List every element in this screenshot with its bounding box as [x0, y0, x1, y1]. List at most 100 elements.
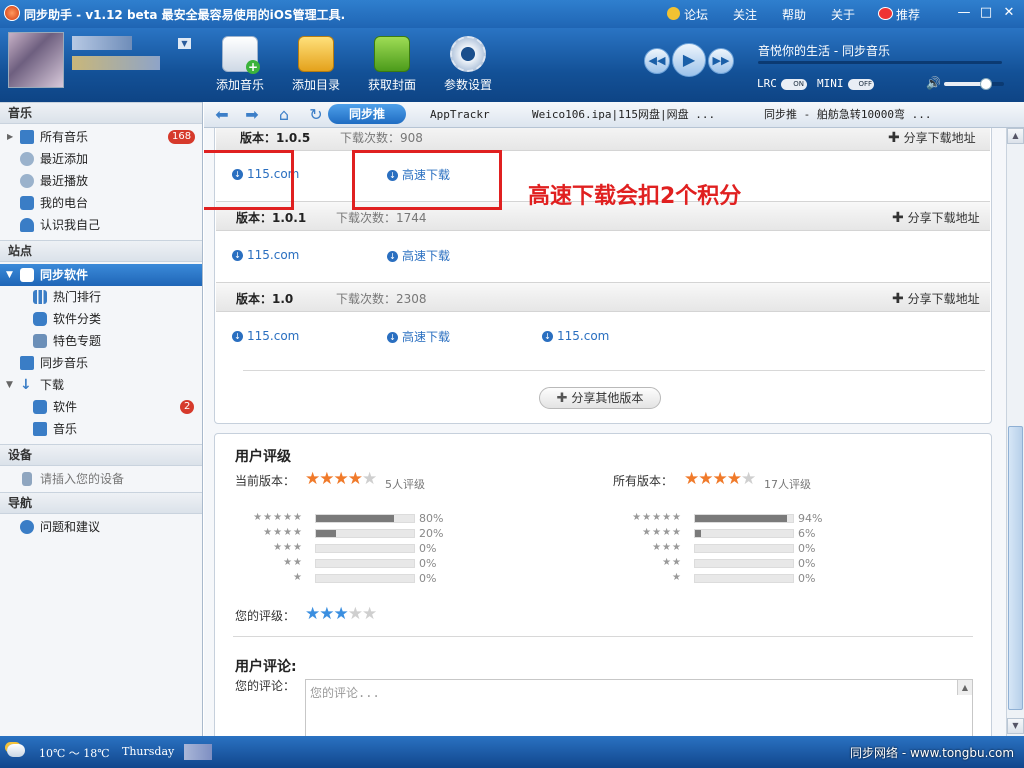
back-arrow-icon[interactable]: ⬅ — [212, 105, 232, 125]
high-speed-download-link[interactable]: ↓ 高速下载 — [387, 328, 450, 345]
high-speed-download-link[interactable]: ↓ 高速下载 — [387, 247, 450, 264]
sidebar-item-feedback[interactable]: 问题和建议 — [0, 516, 202, 538]
comment-placeholder: 您的评论... — [310, 686, 380, 700]
top-link-recommend[interactable]: 推荐 — [896, 6, 920, 23]
tab-tongbutui-game[interactable]: 同步推 - 舶舫急转10000弯 ... — [764, 105, 931, 125]
add-music-label: 添加音乐 — [215, 78, 264, 92]
collapse-arrow-icon[interactable]: ▼ — [6, 374, 13, 396]
volume-icon[interactable]: 🔊 — [926, 76, 941, 90]
download-icon: ↓ — [542, 331, 553, 342]
add-music-button[interactable]: + 添加音乐 — [205, 34, 275, 96]
download-count: 下载次数：2308 — [336, 292, 427, 306]
sidebar-item-downloads[interactable]: ▼ ↓ 下载 — [0, 374, 202, 396]
main-scrollbar[interactable]: ▲ ▼ — [1006, 128, 1024, 736]
settings-button[interactable]: 参数设置 — [433, 34, 503, 96]
your-rating-stars[interactable]: ★★★★★ — [305, 604, 377, 624]
volume-slider[interactable] — [944, 78, 1004, 90]
title-bar: 同步助手 - v1.12 beta 最安全最容易使用的iOS管理工具. 论坛 关… — [0, 0, 1024, 28]
comment-scroll-up-button[interactable]: ▲ — [957, 680, 972, 695]
comment-textarea[interactable]: 您的评论... ▲ — [305, 679, 973, 736]
share-download-link[interactable]: ✚ 分享下载地址 — [892, 209, 980, 226]
all-versions-stars: ★★★★★ — [684, 469, 756, 489]
sidebar-item-sync-music[interactable]: 同步音乐 — [0, 352, 202, 374]
bar-chart-icon — [33, 290, 47, 304]
volume-knob[interactable] — [980, 78, 992, 90]
play-button[interactable]: ▶ — [672, 43, 706, 77]
minimize-button[interactable]: — — [954, 4, 974, 22]
expand-arrow-icon[interactable]: ▶ — [7, 126, 13, 148]
sidebar-item-label: 下载 — [40, 378, 65, 392]
distribution-bar — [315, 529, 415, 538]
share-other-versions-button[interactable]: ✚ 分享其他版本 — [539, 387, 661, 409]
settings-label: 参数设置 — [443, 78, 492, 92]
top-link-follow[interactable]: 关注 — [733, 6, 757, 23]
download-arrow-icon: ↓ — [20, 377, 32, 393]
collapse-arrow-icon[interactable]: ▼ — [6, 264, 13, 286]
star-filled-icon: ★ — [712, 469, 728, 489]
next-track-button[interactable]: ▶▶ — [708, 48, 734, 74]
tab-tongbutui[interactable]: 同步推 — [328, 104, 406, 124]
sidebar-item-sync-software[interactable]: ▼ 同步软件 — [0, 264, 202, 286]
browser-nav-bar: ⬅ ➡ ⌂ ↻ 同步推 AppTrackr Weico106.ipa|115网盘… — [204, 102, 1024, 128]
top-link-about[interactable]: 关于 — [831, 6, 855, 23]
home-icon[interactable]: ⌂ — [274, 105, 294, 125]
add-music-icon: + — [222, 36, 260, 74]
current-version-label: 当前版本： — [235, 474, 296, 488]
download-icon: ↓ — [232, 250, 243, 261]
star-empty-icon: ★ — [362, 469, 377, 489]
sidebar-item-download-music[interactable]: 音乐 — [0, 418, 202, 440]
sidebar-item-all-music[interactable]: ▶ 所有音乐 168 — [0, 126, 202, 148]
download-link-115[interactable]: ↓ 115.com — [232, 248, 299, 262]
versions-card: 版本：1.0.5 下载次数：908 ✚ 分享下载地址 ↓ 115.com ↓ 高速下… — [214, 128, 992, 424]
get-cover-button[interactable]: 获取封面 — [357, 34, 427, 96]
status-bar: 10℃ ～ 18℃ Thursday 同步网络 - www.tongbu.com — [0, 736, 1024, 768]
add-folder-button[interactable]: 添加目录 — [281, 34, 351, 96]
star-empty-icon[interactable]: ★ — [348, 604, 363, 624]
sidebar-item-recently-played[interactable]: 最近播放 — [0, 170, 202, 192]
sidebar-item-top-charts[interactable]: 热门排行 — [0, 286, 202, 308]
forward-arrow-icon[interactable]: ➡ — [242, 105, 262, 125]
close-button[interactable]: ✕ — [999, 4, 1019, 22]
user-avatar[interactable] — [8, 32, 64, 88]
share-download-link[interactable]: ✚ 分享下载地址 — [888, 129, 976, 146]
download-link-label: 115.com — [247, 248, 300, 262]
sidebar-item-categories[interactable]: 软件分类 — [0, 308, 202, 330]
user-menu-dropdown-icon[interactable]: ▼ — [178, 38, 191, 49]
scroll-up-button[interactable]: ▲ — [1007, 128, 1024, 144]
scroll-down-button[interactable]: ▼ — [1007, 718, 1024, 734]
sidebar-item-my-radio[interactable]: 我的电台 — [0, 192, 202, 214]
playback-progress[interactable] — [758, 61, 1002, 64]
sidebar-item-recently-added[interactable]: 最近添加 — [0, 148, 202, 170]
share-download-link[interactable]: ✚ 分享下载地址 — [892, 290, 980, 307]
lrc-toggle[interactable]: ON — [781, 79, 807, 90]
sidebar-item-download-software[interactable]: 软件 2 — [0, 396, 202, 418]
star-filled-icon[interactable]: ★ — [319, 604, 334, 624]
comments-title: 用户评论: — [235, 659, 297, 675]
mini-toggle[interactable]: OFF — [848, 79, 874, 90]
top-link-help[interactable]: 帮助 — [782, 6, 806, 23]
software-box-icon — [33, 400, 47, 414]
speech-bubble-icon — [20, 520, 34, 534]
refresh-icon[interactable]: ↻ — [306, 105, 326, 125]
sidebar-item-label: 软件 — [53, 400, 78, 414]
tab-apptrackr[interactable]: AppTrackr — [430, 105, 490, 125]
previous-track-button[interactable]: ◀◀ — [644, 48, 670, 74]
top-link-forum[interactable]: 论坛 — [684, 6, 708, 23]
tab-weico[interactable]: Weico106.ipa|115网盘|网盘 ... — [532, 105, 715, 125]
download-icon: ↓ — [387, 251, 398, 262]
star-filled-icon[interactable]: ★ — [334, 604, 349, 624]
sidebar-item-featured[interactable]: 特色专题 — [0, 330, 202, 352]
download-link-115[interactable]: ↓ 115.com — [542, 329, 609, 343]
download-link-115[interactable]: ↓ 115.com — [232, 329, 299, 343]
sidebar-item-about-me[interactable]: 认识我自己 — [0, 214, 202, 236]
sidebar-item-insert-device: 请插入您的设备 — [0, 468, 202, 490]
star-filled-icon[interactable]: ★ — [305, 604, 320, 624]
radio-icon — [20, 196, 34, 210]
sidebar-item-label: 所有音乐 — [40, 130, 89, 144]
toolbar: ▼ + 添加音乐 添加目录 获取封面 参数设置 ◀◀ ▶ ▶▶ 音悦你的生活 -… — [0, 28, 1024, 102]
gear-icon — [450, 36, 486, 72]
maximize-button[interactable]: □ — [976, 4, 996, 22]
star-empty-icon[interactable]: ★ — [362, 604, 377, 624]
weibo-icon — [878, 7, 893, 20]
scroll-thumb[interactable] — [1008, 426, 1023, 710]
